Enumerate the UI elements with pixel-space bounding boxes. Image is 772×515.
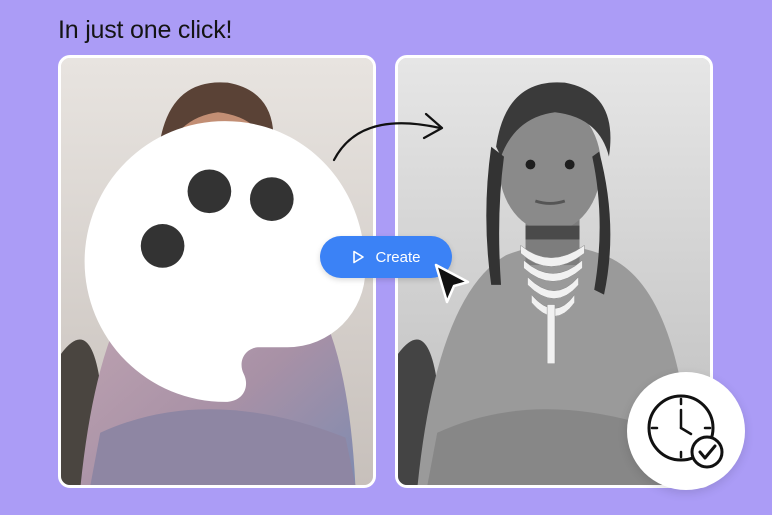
create-button-label: Create [375, 248, 421, 266]
clock-check-icon [647, 394, 724, 469]
play-icon [353, 250, 365, 264]
clock-badge [627, 372, 745, 490]
headline: In just one click! [58, 16, 233, 44]
curved-arrow-icon [332, 112, 444, 162]
mouse-cursor-icon [434, 263, 470, 304]
